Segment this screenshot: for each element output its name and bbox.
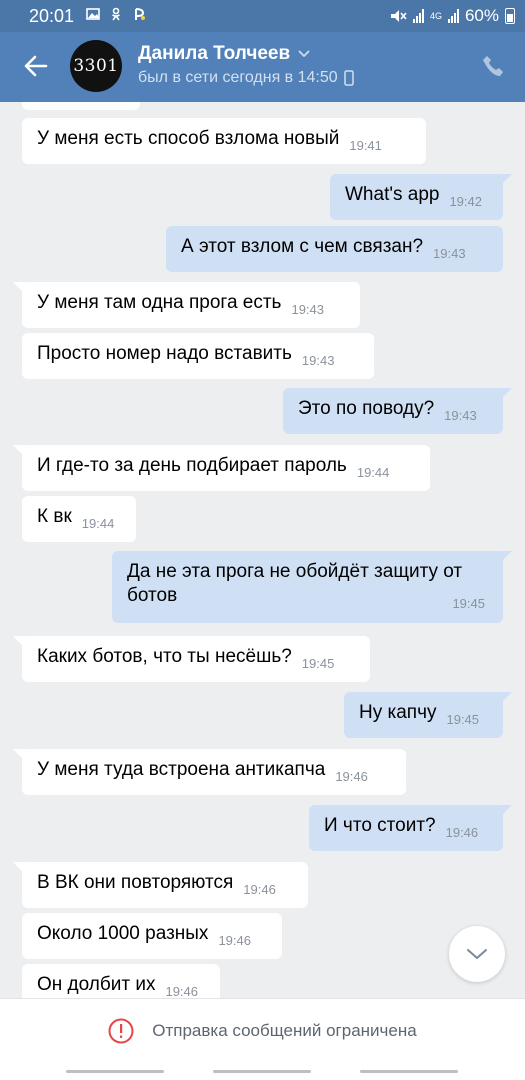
message-text-line2: ботов (127, 585, 178, 606)
message-bubble-incoming[interactable]: К вк 19:44 (22, 496, 136, 542)
message-time: 19:43 (444, 408, 477, 423)
message-time: 19:42 (449, 194, 482, 209)
contact-status-row: был в сети сегодня в 14:50 (138, 69, 354, 87)
system-icons: 4G 60% (389, 6, 515, 26)
message-time: 19:43 (291, 302, 325, 317)
message-time: 19:44 (356, 465, 390, 480)
message-text: У меня есть способ взлома новый (37, 128, 340, 149)
contact-name-row[interactable]: Данила Толчеев (138, 43, 310, 65)
message-time: 19:41 (349, 138, 382, 153)
status-time: 20:01 (29, 6, 75, 26)
odnoklassniki-icon (112, 7, 120, 21)
message-text: И что стоит? (324, 815, 436, 836)
message-time: 19:46 (165, 984, 199, 998)
mute-icon (390, 10, 407, 22)
message-text: В ВК они повторяются (37, 872, 234, 893)
nav-recents[interactable] (66, 1070, 164, 1073)
phone-icon[interactable] (481, 54, 505, 78)
signal-icon (412, 9, 424, 23)
message-bubble-incoming[interactable]: У меня есть способ взлома новый 19:41 (22, 118, 426, 164)
message-text: К вк (37, 506, 72, 527)
signal-icon-2 (447, 9, 459, 23)
message-time: 19:43 (301, 353, 335, 368)
message-text: What's app (345, 184, 440, 205)
message-time: 19:46 (243, 882, 276, 897)
network-type: 4G (429, 10, 442, 21)
message-bubble-incoming[interactable]: Просто номер надо вставить 19:43 (22, 333, 374, 379)
contact-name: Данила Толчеев (138, 43, 291, 64)
message-bubble-outgoing[interactable]: Это по поводу? 19:43 (283, 388, 512, 434)
message-bubble-outgoing[interactable]: А этот взлом с чем связан? 19:43 (166, 226, 503, 272)
message-text: Просто номер надо вставить (37, 343, 292, 364)
message-bubble-incoming[interactable]: В ВК они повторяются 19:46 (13, 862, 308, 908)
message-text-line1: Да не эта прога не обойдёт защиту от (127, 561, 463, 582)
message-text: У меня туда встроена антикапча (37, 759, 326, 780)
message-text: И где-то за день подбирает пароль (37, 455, 347, 476)
composer-restricted-bar: Отправка сообщений ограничена (0, 998, 525, 1063)
message-bubble-outgoing[interactable]: Да не эта прога не обойдёт защиту от бот… (112, 551, 512, 623)
chat-header: 3301 Данила Толчеев был в сети сегодня в… (0, 32, 525, 102)
message-list[interactable]: У меня есть способ взлома новый 19:41 Wha… (0, 102, 525, 998)
message-time: 19:46 (335, 769, 368, 784)
message-text: Около 1000 разных (37, 923, 209, 944)
message-text: Это по поводу? (298, 398, 435, 419)
message-bubble-outgoing[interactable]: И что стоит? 19:46 (309, 805, 512, 851)
message-text: У меня там одна прога есть (37, 292, 282, 313)
message-text: А этот взлом с чем связан? (181, 236, 424, 257)
nav-back[interactable] (360, 1070, 458, 1073)
battery-percent: 60% (464, 6, 499, 25)
message-time: 19:45 (452, 596, 485, 611)
system-nav-bar (0, 1062, 525, 1080)
message-time: 19:43 (433, 246, 466, 261)
message-time: 19:46 (445, 825, 479, 840)
message-text: Каких ботов, что ты несёшь? (37, 646, 292, 667)
avatar-text: 3301 (73, 56, 119, 76)
message-bubble-outgoing[interactable]: Ну капчу 19:45 (344, 692, 512, 738)
chevron-down-icon (467, 949, 487, 959)
status-bar: 20:01 4G 60% (0, 0, 525, 32)
message-bubble-incoming[interactable]: У меня туда встроена антикапча 19:46 (13, 749, 406, 795)
gallery-icon (86, 8, 100, 20)
message-bubble-incoming[interactable]: У меня там одна прога есть 19:43 (13, 282, 360, 328)
contact-status: был в сети сегодня в 14:50 (138, 69, 338, 86)
avatar[interactable]: 3301 (70, 40, 122, 92)
message-bubble-outgoing[interactable]: What's app 19:42 (330, 174, 512, 220)
message-time: 19:45 (446, 712, 480, 727)
scroll-down-button[interactable] (449, 926, 505, 982)
back-arrow-icon[interactable] (22, 52, 50, 80)
message-bubble-incoming[interactable]: Он долбит их 19:46 (22, 964, 220, 998)
app-icon (135, 8, 145, 20)
nav-home[interactable] (213, 1070, 311, 1073)
mobile-icon (343, 70, 354, 86)
message-bubble-incoming[interactable]: Каких ботов, что ты несёшь? 19:45 (13, 636, 370, 682)
message-text: Ну капчу (359, 702, 437, 723)
restricted-message: Отправка сообщений ограничена (152, 1021, 417, 1040)
battery-icon (505, 8, 515, 24)
warning-icon (108, 1018, 134, 1044)
chevron-down-icon (298, 50, 310, 58)
message-time: 19:44 (81, 516, 115, 531)
message-bubble-incoming[interactable]: Около 1000 разных 19:46 (22, 913, 282, 959)
message-text: Он долбит их (37, 974, 156, 995)
message-time: 19:46 (218, 933, 251, 948)
message-bubble-incoming[interactable]: И где-то за день подбирает пароль 19:44 (13, 445, 430, 491)
message-time: 19:45 (301, 656, 335, 671)
notification-icons (86, 7, 146, 21)
message-bubble-partial (22, 102, 140, 110)
